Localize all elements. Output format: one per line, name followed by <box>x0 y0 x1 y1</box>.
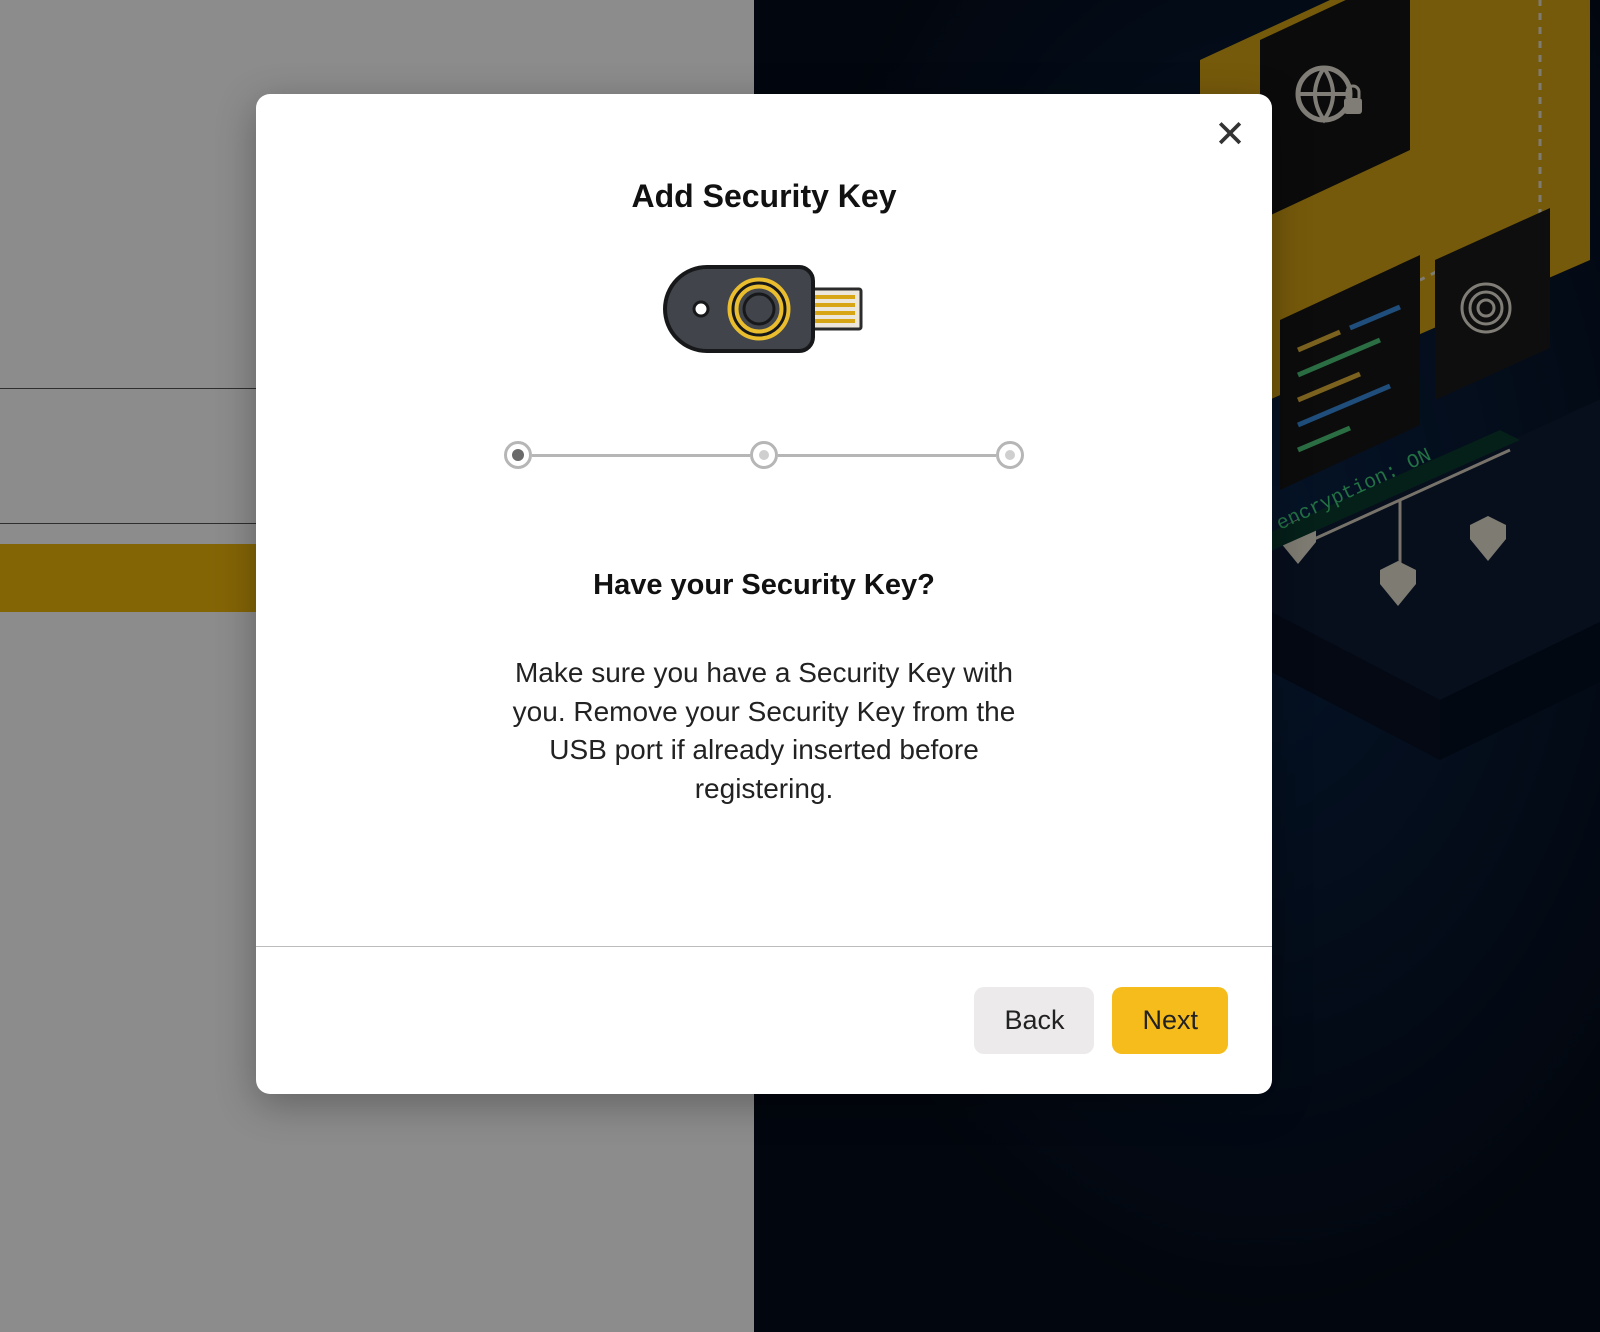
back-button[interactable]: Back <box>974 987 1094 1054</box>
step-connector <box>778 454 996 457</box>
step-2-dot <box>750 441 778 469</box>
step-connector <box>532 454 750 457</box>
progress-stepper <box>256 441 1272 469</box>
dialog-header: Add Security Key <box>256 94 1272 215</box>
dialog-title: Add Security Key <box>256 178 1272 215</box>
add-security-key-dialog: ✕ Add Security Key Have your Secur <box>256 94 1272 1094</box>
step-1-dot <box>504 441 532 469</box>
dialog-instruction-text: Make sure you have a Security Key with y… <box>494 654 1034 809</box>
dialog-footer: Back Next <box>256 946 1272 1094</box>
next-button[interactable]: Next <box>1112 987 1228 1054</box>
security-key-icon <box>256 261 1272 357</box>
step-3-dot <box>996 441 1024 469</box>
close-icon[interactable]: ✕ <box>1214 116 1246 154</box>
dialog-body: Have your Security Key? Make sure you ha… <box>256 569 1272 946</box>
dialog-subheading: Have your Security Key? <box>336 569 1192 602</box>
